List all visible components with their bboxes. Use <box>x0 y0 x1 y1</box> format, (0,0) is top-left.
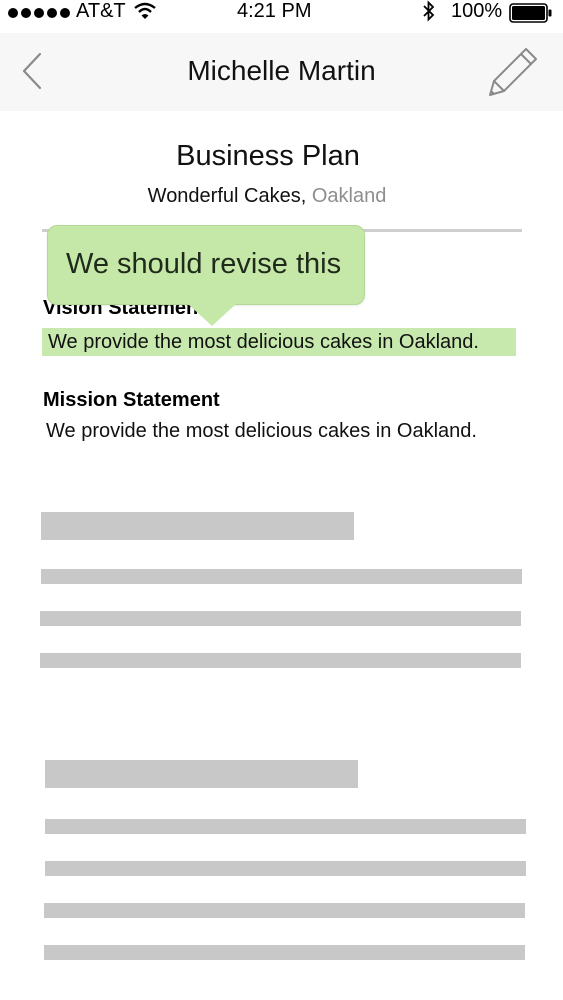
pencil-icon <box>489 48 537 96</box>
placeholder-line <box>44 903 525 918</box>
battery-icon <box>509 3 553 29</box>
battery-percentage: 100% <box>451 0 503 22</box>
comment-text: We should revise this <box>66 248 342 280</box>
document-title: Business Plan <box>176 140 360 172</box>
navigation-bar: Michelle Martin <box>0 33 563 111</box>
mission-heading: Mission Statement <box>43 389 220 411</box>
clock: 4:21 PM <box>237 0 312 22</box>
placeholder-line <box>40 653 521 668</box>
nav-title: Michelle Martin <box>187 55 376 86</box>
placeholder-line <box>45 861 526 876</box>
company-city: Oakland <box>311 185 387 207</box>
edit-button[interactable] <box>484 45 540 101</box>
signal-strength-icon <box>8 8 70 18</box>
comment-pointer <box>188 304 236 326</box>
comment-bubble[interactable]: We should revise this <box>47 225 365 326</box>
company-name: Wonderful Cakes, <box>147 185 307 207</box>
placeholder-line <box>45 819 526 834</box>
placeholder-line <box>41 569 522 584</box>
placeholder-heading <box>41 512 354 540</box>
status-bar: AT&T 4:21 PM 100% <box>0 0 563 30</box>
placeholder-heading <box>45 760 358 788</box>
wifi-icon <box>134 2 156 26</box>
placeholder-line <box>40 611 521 626</box>
document-subtitle: Wonderful Cakes, Oakland <box>0 185 534 208</box>
vision-statement-highlight[interactable]: We provide the most delicious cakes in O… <box>42 328 516 356</box>
mission-statement: We provide the most delicious cakes in O… <box>46 420 477 442</box>
bluetooth-icon <box>422 0 436 28</box>
carrier-label: AT&T <box>76 0 126 22</box>
placeholder-line <box>44 945 525 960</box>
